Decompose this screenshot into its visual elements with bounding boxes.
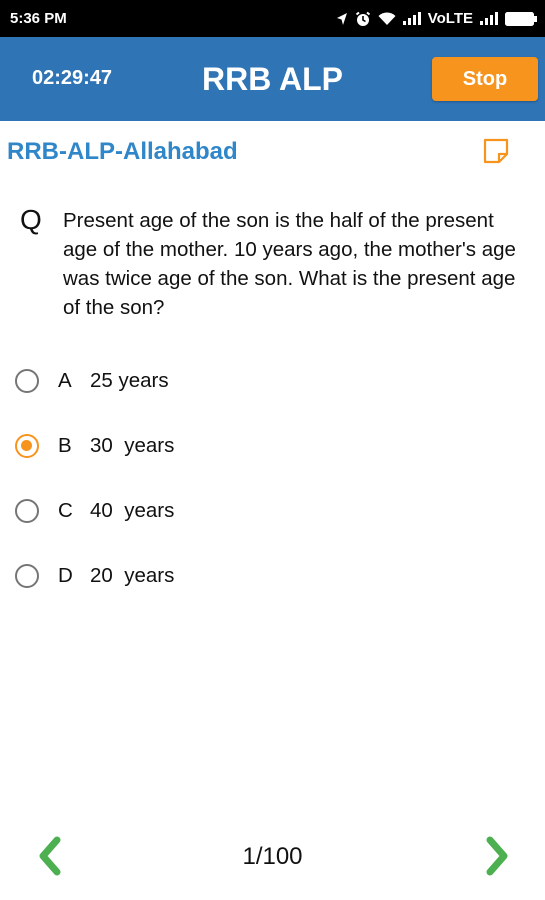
option-c-letter: C (58, 499, 73, 522)
option-d-text: 20 years (90, 564, 175, 587)
option-c-radio[interactable] (15, 499, 39, 523)
status-time: 5:36 PM (10, 10, 67, 27)
question-label: Q (20, 204, 42, 235)
question-text: Present age of the son is the half of th… (63, 209, 516, 319)
status-icons: VoLTE (336, 10, 537, 27)
wifi-icon (378, 11, 396, 25)
option-a-letter: A (58, 369, 72, 392)
option-a-radio[interactable] (15, 369, 39, 393)
volte-label: VoLTE (427, 10, 473, 27)
option-b-text: 30 years (90, 434, 175, 457)
option-c[interactable]: C 40 years (0, 486, 545, 536)
option-a-text: 25 years (90, 369, 169, 392)
option-c-text: 40 years (90, 499, 175, 522)
signal-icon (480, 12, 498, 25)
battery-icon (505, 11, 537, 26)
note-icon[interactable] (483, 138, 509, 164)
location-arrow-icon (336, 12, 347, 25)
option-b-radio[interactable] (15, 434, 39, 458)
page-counter: 1/100 (242, 843, 303, 870)
exam-title: RRB-ALP-Allahabad (7, 138, 238, 165)
option-d-radio[interactable] (15, 564, 39, 588)
option-d[interactable]: D 20 years (0, 551, 545, 601)
status-bar: 5:36 PM VoLTE (0, 0, 545, 37)
option-b[interactable]: B 30 years (0, 421, 545, 471)
stop-button[interactable]: Stop (432, 57, 538, 101)
app-bar: 02:29:47 RRB ALP Stop (0, 37, 545, 121)
chevron-right-icon[interactable] (482, 836, 512, 876)
signal-icon (402, 12, 421, 25)
option-b-letter: B (58, 434, 72, 457)
option-d-letter: D (58, 564, 73, 587)
alarm-icon (355, 11, 370, 26)
option-a[interactable]: A 25 years (0, 356, 545, 406)
